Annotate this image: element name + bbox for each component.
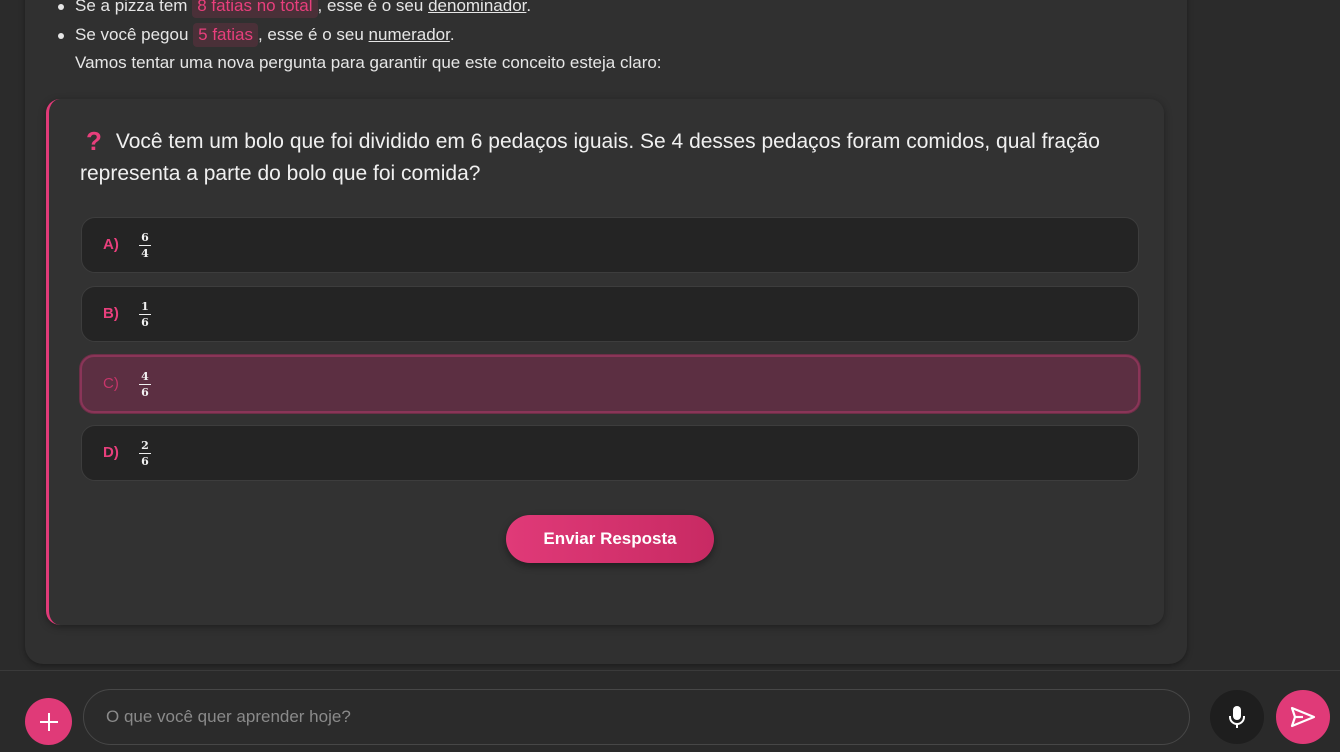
term-denominador: denominador	[428, 0, 527, 15]
term-numerador: numerador	[368, 25, 450, 44]
fraction-numerator: 4	[141, 370, 149, 383]
fraction-bar	[139, 314, 151, 315]
option-letter: B)	[103, 305, 119, 322]
fraction-bar	[139, 245, 151, 246]
prompt-input[interactable]	[83, 689, 1190, 745]
submit-answer-button[interactable]: Enviar Resposta	[506, 515, 714, 563]
option-c-selected[interactable]: C) 4 6	[80, 355, 1140, 413]
bullet-text: , esse é o seu	[257, 25, 364, 44]
fraction-denominator: 6	[141, 455, 149, 468]
question-prompt: ? Você tem um bolo que foi dividido em 6 …	[80, 125, 1120, 190]
question-card: ? Você tem um bolo que foi dividido em 6 …	[46, 99, 1164, 625]
fraction: 1 6	[139, 300, 151, 329]
option-letter: A)	[103, 236, 119, 253]
fraction: 2 6	[139, 439, 151, 468]
list-item: Se você pegou 5 fatias, esse é o seu num…	[58, 21, 1175, 50]
bullet-punct: .	[526, 0, 532, 15]
bullet-text: , esse é o seu	[317, 0, 424, 15]
option-letter: D)	[103, 444, 119, 461]
bullet-punct: .	[449, 25, 455, 44]
fraction-numerator: 1	[141, 300, 149, 313]
option-a[interactable]: A) 6 4	[81, 217, 1139, 273]
send-icon[interactable]	[1276, 690, 1330, 744]
fraction: 6 4	[139, 231, 151, 260]
list-item: Se a pizza tem 8 fatias no total, esse é…	[58, 0, 1175, 21]
fraction-denominator: 6	[141, 316, 149, 329]
question-mark-icon: ?	[86, 126, 102, 156]
fraction-denominator: 4	[141, 247, 149, 260]
fraction: 4 6	[139, 370, 151, 399]
plus-icon[interactable]	[25, 698, 72, 745]
bullet-text: Se a pizza tem	[75, 0, 188, 15]
option-b[interactable]: B) 1 6	[81, 286, 1139, 342]
fraction-bar	[139, 453, 151, 454]
option-letter: C)	[103, 375, 119, 392]
highlight-badge: 5 fatias	[193, 23, 258, 47]
highlight-badge: 8 fatias no total	[192, 0, 318, 18]
microphone-icon[interactable]	[1210, 690, 1264, 744]
question-text: Você tem um bolo que foi dividido em 6 p…	[80, 130, 1100, 185]
intro-text: Vamos tentar uma nova pergunta para gara…	[75, 53, 662, 72]
bullet-text: Se você pegou	[75, 25, 189, 44]
chat-area: Se a pizza tem 8 fatias no total, esse é…	[0, 0, 1340, 670]
fraction-numerator: 6	[141, 231, 149, 244]
composer-bar	[0, 670, 1340, 752]
fraction-denominator: 6	[141, 386, 149, 399]
fraction-bar	[139, 384, 151, 385]
explanation-list: Se a pizza tem 8 fatias no total, esse é…	[58, 0, 1175, 50]
option-d[interactable]: D) 2 6	[81, 425, 1139, 481]
fraction-numerator: 2	[141, 439, 149, 452]
